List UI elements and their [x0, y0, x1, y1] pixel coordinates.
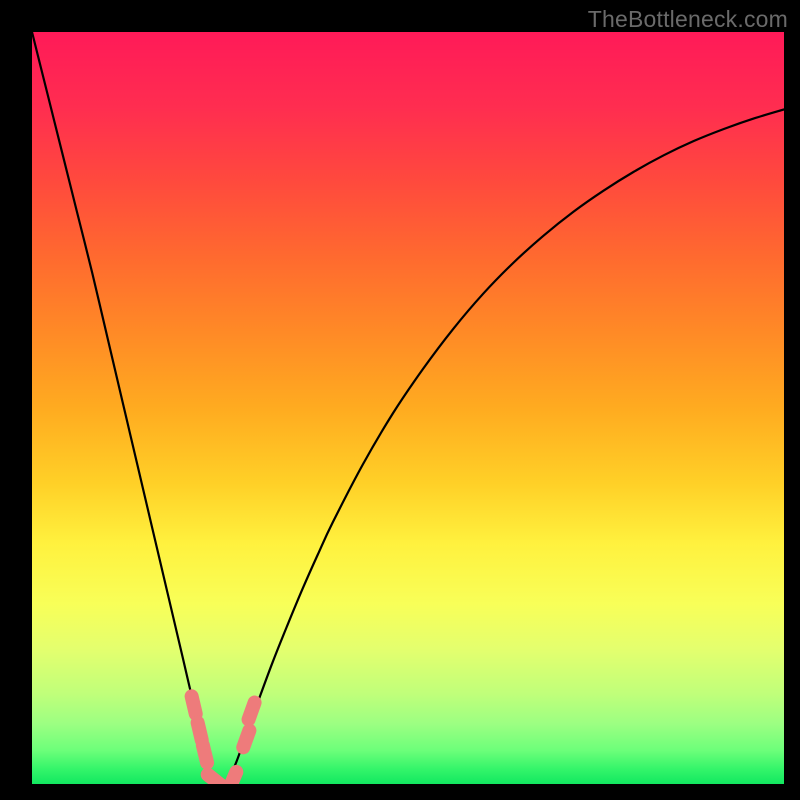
plot-area [32, 32, 784, 784]
bottleneck-chart [32, 32, 784, 784]
watermark-text: TheBottleneck.com [588, 6, 788, 33]
gradient-background [32, 32, 784, 784]
chart-container: TheBottleneck.com [0, 0, 800, 800]
